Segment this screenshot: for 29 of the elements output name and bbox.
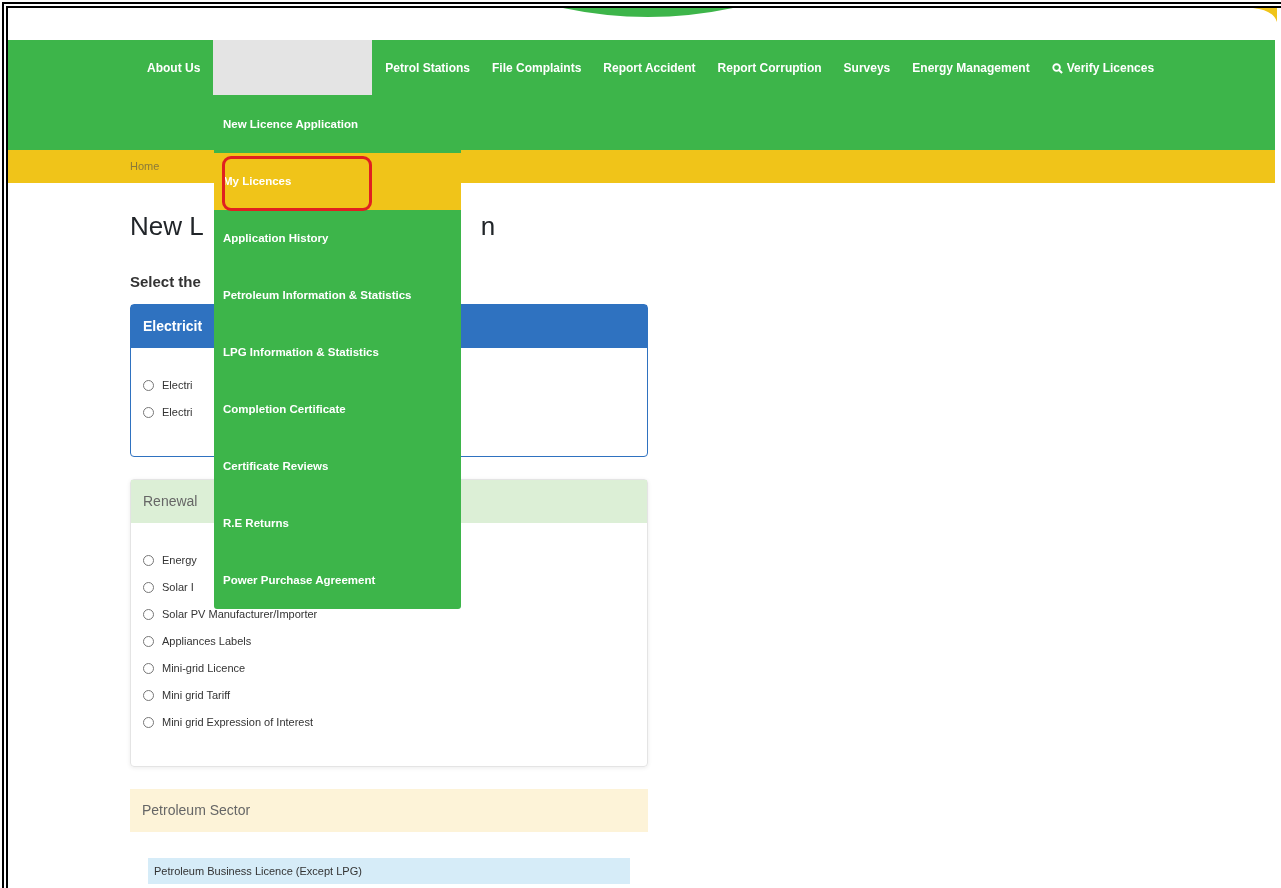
nav-link[interactable]: Energy Management xyxy=(901,40,1041,96)
option-label: Solar PV Manufacturer/Importer xyxy=(162,606,318,622)
search-icon xyxy=(1051,62,1063,74)
instruction-text: Select the xyxy=(130,272,201,292)
swoosh-drawing xyxy=(1253,8,1277,22)
menu-item[interactable]: Application History xyxy=(214,210,461,267)
menu-item[interactable]: Power Purchase Agreement xyxy=(214,552,461,609)
nav-link[interactable]: Verify Licences xyxy=(1040,40,1166,96)
licence-option[interactable]: Petroleum Business Licence (Except LPG) xyxy=(148,857,630,884)
menu-item[interactable]: Completion Certificate xyxy=(214,381,461,438)
option-label: Mini grid Tariff xyxy=(162,687,231,703)
option-label: Electri xyxy=(162,404,193,420)
option-label: Mini-grid Licence xyxy=(162,660,246,676)
option-label: Appliances Labels xyxy=(162,633,252,649)
nav-link[interactable]: Surveys xyxy=(832,40,902,96)
option-label: Mini grid Expression of Interest xyxy=(162,714,313,730)
option-label: Electri xyxy=(162,377,193,393)
menu-item[interactable]: New Licence Application xyxy=(214,96,461,153)
page-heading: n xyxy=(480,211,496,243)
section-header: Petroleum Sector xyxy=(130,788,648,832)
page-heading: New L xyxy=(130,211,204,243)
option-label: Energy xyxy=(162,552,197,568)
nav-link[interactable]: Report Corruption xyxy=(706,40,833,96)
nav-link[interactable]: About Us xyxy=(136,40,212,96)
nav-link[interactable]: File Complaints xyxy=(481,40,593,96)
option-label: Solar I xyxy=(162,579,194,595)
nav-link[interactable]: Petrol Stations xyxy=(374,40,481,96)
breadcrumb-link[interactable]: Home xyxy=(130,158,160,175)
nav-link[interactable]: Report Accident xyxy=(592,40,707,96)
